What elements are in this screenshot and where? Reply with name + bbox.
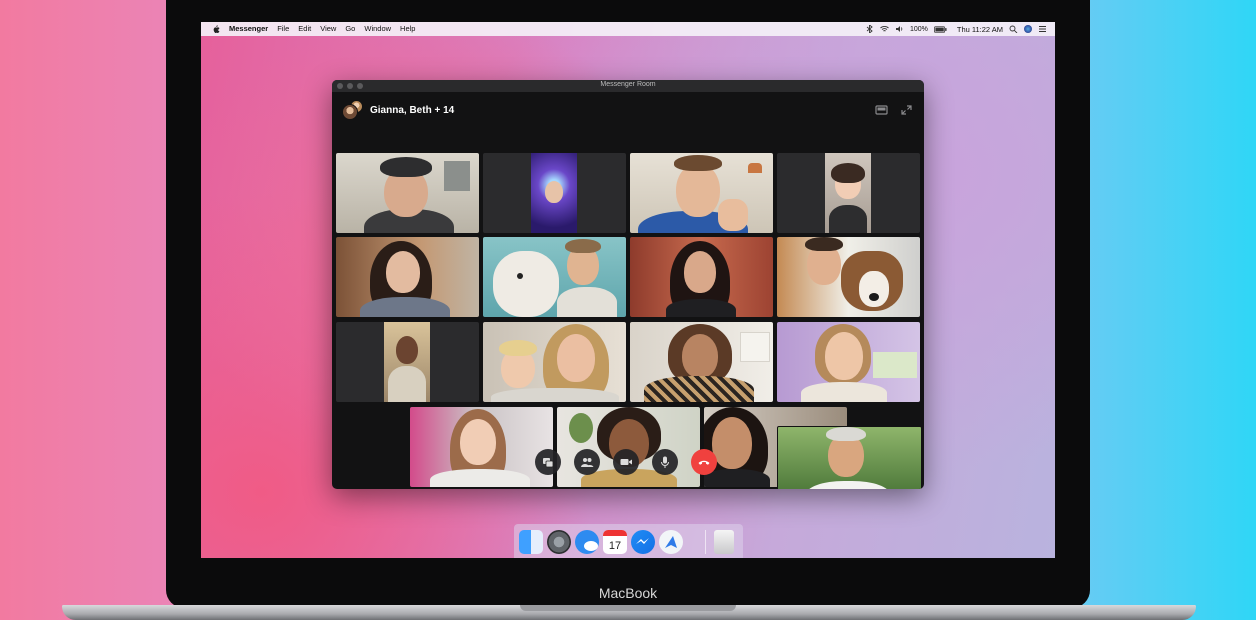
menu-file[interactable]: File xyxy=(277,22,289,36)
video-tile[interactable] xyxy=(483,153,626,233)
layout-icon[interactable] xyxy=(875,104,888,116)
notification-center-icon[interactable] xyxy=(1038,25,1047,33)
video-tile[interactable] xyxy=(777,322,920,402)
room-title: Gianna, Beth + 14 xyxy=(370,104,455,116)
wifi-icon[interactable] xyxy=(880,25,889,33)
video-camera-icon xyxy=(620,459,632,465)
video-tile[interactable] xyxy=(630,153,773,233)
video-tile[interactable] xyxy=(777,237,920,317)
video-tile[interactable] xyxy=(483,237,626,317)
laptop-notch xyxy=(520,605,736,611)
battery-percent: 100% xyxy=(909,25,928,33)
participants-button[interactable] xyxy=(574,449,600,475)
window-titlebar[interactable]: Messenger Room xyxy=(332,80,924,92)
menu-help[interactable]: Help xyxy=(400,22,415,36)
menu-view[interactable]: View xyxy=(320,22,336,36)
messenger-icon[interactable] xyxy=(631,530,655,554)
menu-extras: 100% Thu 11:22 AM xyxy=(865,22,1047,36)
end-call-button[interactable] xyxy=(691,449,717,475)
trash-icon[interactable] xyxy=(714,530,734,554)
messages-icon[interactable] xyxy=(575,530,599,554)
menu-app-name[interactable]: Messenger xyxy=(229,22,268,36)
video-tile[interactable] xyxy=(336,237,479,317)
menu-bar: Messenger File Edit View Go Window Help … xyxy=(201,22,1055,36)
dock-separator xyxy=(705,530,706,554)
menu-clock[interactable]: Thu 11:22 AM xyxy=(957,25,1003,34)
participants-icon xyxy=(581,458,594,467)
dock: 17 xyxy=(514,524,743,558)
menu-edit[interactable]: Edit xyxy=(298,22,311,36)
volume-icon[interactable] xyxy=(895,25,904,33)
system-preferences-icon[interactable] xyxy=(547,530,571,554)
screen-share-icon xyxy=(543,458,554,468)
room-avatar xyxy=(342,100,363,120)
microphone-icon xyxy=(661,456,669,468)
call-controls xyxy=(535,449,717,475)
menu-window[interactable]: Window xyxy=(364,22,391,36)
end-call-icon xyxy=(698,460,710,465)
video-tile[interactable] xyxy=(777,426,922,489)
finder-icon[interactable] xyxy=(519,530,543,554)
bluetooth-icon[interactable] xyxy=(865,25,874,33)
video-tile[interactable] xyxy=(336,322,479,402)
apple-icon[interactable] xyxy=(211,24,221,34)
menu-go[interactable]: Go xyxy=(345,22,355,36)
calendar-day: 17 xyxy=(608,540,622,552)
video-tile[interactable] xyxy=(483,322,626,402)
siri-icon[interactable] xyxy=(1024,25,1032,33)
messenger-room-window: Messenger Room Gianna, Beth + 14 xyxy=(332,80,924,489)
video-tile[interactable] xyxy=(410,407,553,487)
fullscreen-icon[interactable] xyxy=(900,104,913,116)
device-brand: MacBook xyxy=(598,585,658,601)
microphone-button[interactable] xyxy=(652,449,678,475)
maps-icon[interactable] xyxy=(659,530,683,554)
video-button[interactable] xyxy=(613,449,639,475)
room-header: Gianna, Beth + 14 xyxy=(342,100,454,120)
screen-share-button[interactable] xyxy=(535,449,561,475)
video-tile[interactable] xyxy=(557,407,700,487)
video-tile[interactable] xyxy=(630,237,773,317)
battery-icon[interactable] xyxy=(933,25,947,33)
window-title: Messenger Room xyxy=(600,81,656,88)
calendar-icon[interactable]: 17 xyxy=(603,530,627,554)
screen: Messenger File Edit View Go Window Help … xyxy=(201,22,1055,558)
video-tile[interactable] xyxy=(777,153,920,233)
video-tile[interactable] xyxy=(336,153,479,233)
video-tile[interactable] xyxy=(630,322,773,402)
spotlight-icon[interactable] xyxy=(1009,25,1018,33)
